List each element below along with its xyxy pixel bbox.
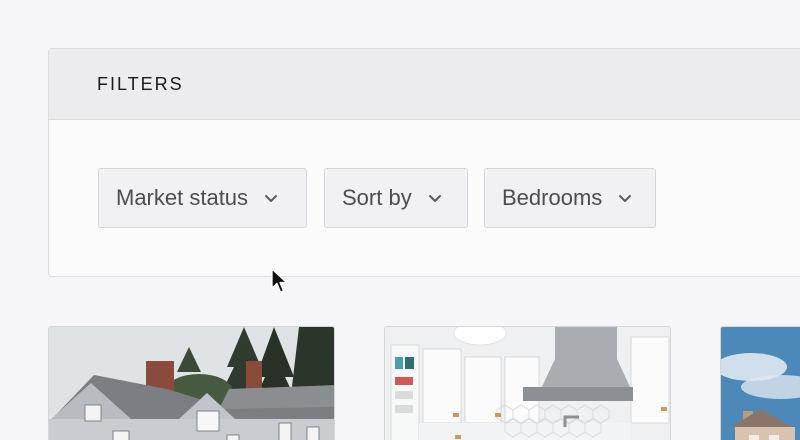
listing-card[interactable] <box>48 326 335 440</box>
filters-title: FILTERS <box>97 73 184 94</box>
listing-card[interactable] <box>720 326 800 440</box>
listing-card[interactable] <box>384 326 671 440</box>
page: FILTERS Market status Sort by Bedrooms <box>0 0 800 440</box>
kitchen-interior-photo <box>385 327 670 440</box>
market-status-dropdown[interactable]: Market status <box>98 168 307 228</box>
mouse-cursor-icon <box>271 268 288 293</box>
bedrooms-label: Bedrooms <box>502 185 603 210</box>
sort-by-dropdown[interactable]: Sort by <box>324 168 468 228</box>
house-exterior-sky-photo <box>721 327 800 440</box>
sort-by-label: Sort by <box>342 185 412 210</box>
chevron-down-icon <box>428 191 442 205</box>
filters-body: Market status Sort by Bedrooms <box>49 120 800 277</box>
house-exterior-photo <box>49 327 334 440</box>
filters-header: FILTERS <box>49 49 800 120</box>
chevron-down-icon <box>618 191 632 205</box>
market-status-label: Market status <box>116 185 249 210</box>
chevron-down-icon <box>264 191 278 205</box>
bedrooms-dropdown[interactable]: Bedrooms <box>484 168 656 228</box>
filters-panel: FILTERS Market status Sort by Bedrooms <box>48 48 800 277</box>
